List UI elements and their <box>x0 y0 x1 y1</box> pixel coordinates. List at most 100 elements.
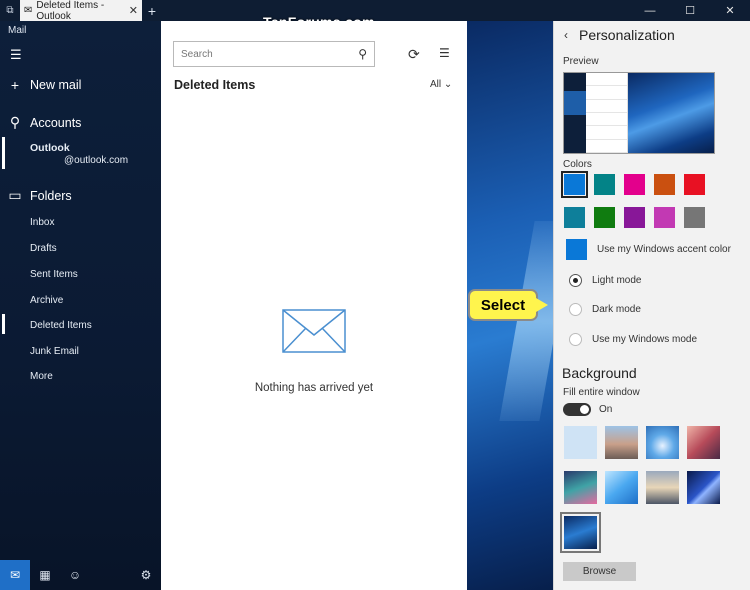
person-icon: ⚲ <box>9 114 21 130</box>
account-email: @outlook.com <box>64 155 129 166</box>
background-row-3 <box>560 512 601 553</box>
theme-preview <box>563 72 715 154</box>
window-controls: — ☐ ✕ <box>630 0 750 21</box>
toggle-state: On <box>599 404 613 415</box>
hamburger-menu-icon[interactable]: ☰ <box>10 47 22 63</box>
light-mode-label: Light mode <box>592 275 642 286</box>
color-swatch[interactable] <box>594 174 615 195</box>
background-thumbnail-selected[interactable] <box>560 512 601 553</box>
new-tab-icon[interactable]: + <box>142 3 162 19</box>
dark-mode-radio[interactable]: Dark mode <box>569 303 641 316</box>
color-swatch[interactable] <box>684 174 705 195</box>
selection-mode-icon[interactable]: ☰ <box>439 46 450 60</box>
folder-junk-email[interactable]: Junk Email <box>30 346 79 357</box>
account-selected-indicator <box>2 137 5 169</box>
close-button[interactable]: ✕ <box>710 0 750 21</box>
folder-more[interactable]: More <box>30 371 53 382</box>
preview-list <box>586 73 628 153</box>
search-icon[interactable]: ⚲ <box>358 47 367 61</box>
gear-icon[interactable]: ⚙ <box>131 560 161 590</box>
search-input[interactable]: Search ⚲ <box>173 41 375 67</box>
color-swatch[interactable] <box>561 171 588 198</box>
windows-mode-label: Use my Windows mode <box>592 334 698 345</box>
task-view-icon[interactable]: ⧉ <box>0 0 20 21</box>
color-swatch[interactable] <box>624 207 645 228</box>
select-callout: Select <box>468 289 538 321</box>
color-swatch[interactable] <box>684 207 705 228</box>
background-row-1 <box>564 426 720 459</box>
fill-window-toggle-row: On <box>563 403 612 416</box>
new-mail-button[interactable]: + New mail <box>0 77 161 93</box>
preview-label: Preview <box>563 56 599 67</box>
colors-label: Colors <box>563 159 592 170</box>
people-icon[interactable]: ☺ <box>60 560 90 590</box>
callout-pointer <box>536 298 548 312</box>
empty-envelope-icon <box>282 309 346 353</box>
radio-unselected-icon <box>569 333 582 346</box>
folders-label: Folders <box>30 188 72 203</box>
folder-icon: ▭ <box>8 187 22 203</box>
background-thumbnail[interactable] <box>687 426 720 459</box>
color-swatch[interactable] <box>624 174 645 195</box>
maximize-button[interactable]: ☐ <box>670 0 710 21</box>
mail-icon: ✉ <box>24 5 33 16</box>
fill-window-toggle[interactable] <box>563 403 591 416</box>
accent-color-swatch[interactable] <box>566 239 587 260</box>
empty-message: Nothing has arrived yet <box>254 382 374 394</box>
preview-reading-pane <box>628 73 714 153</box>
calendar-icon[interactable]: ▦ <box>30 560 60 590</box>
color-row-2 <box>564 207 705 228</box>
accounts-button[interactable]: ⚲ Accounts <box>0 114 161 131</box>
folder-drafts[interactable]: Drafts <box>30 243 57 254</box>
color-swatch[interactable] <box>564 207 585 228</box>
accent-color-option[interactable]: Use my Windows accent color <box>566 239 731 260</box>
folder-deleted-items[interactable]: Deleted Items <box>30 320 92 331</box>
search-placeholder: Search <box>181 48 213 60</box>
tab-title: Deleted Items - Outlook <box>36 0 105 22</box>
folder-archive[interactable]: Archive <box>30 295 63 306</box>
color-row-1 <box>561 171 705 198</box>
background-thumbnail[interactable] <box>605 426 638 459</box>
preview-nav <box>564 73 586 153</box>
background-thumbnail[interactable] <box>687 471 720 504</box>
windows-mode-radio[interactable]: Use my Windows mode <box>569 333 697 346</box>
sync-icon[interactable]: ⟳ <box>408 46 420 63</box>
browse-button[interactable]: Browse <box>563 562 636 581</box>
app-name: Mail <box>8 25 27 36</box>
folder-inbox[interactable]: Inbox <box>30 217 54 228</box>
mail-icon[interactable]: ✉ <box>0 560 30 590</box>
minimize-button[interactable]: — <box>630 0 670 21</box>
light-beam <box>499 221 553 421</box>
title-bar: ⧉ ✉ Deleted Items - Outlook ✕ + — ☐ ✕ <box>0 0 750 22</box>
folder-title: Deleted Items <box>174 78 256 92</box>
background-thumbnail[interactable] <box>646 471 679 504</box>
color-swatch[interactable] <box>654 174 675 195</box>
personalization-panel: ‹ Personalization Preview Colors Use my … <box>553 21 750 590</box>
dark-mode-label: Dark mode <box>592 304 641 315</box>
folder-sent-items[interactable]: Sent Items <box>30 269 78 280</box>
background-thumbnail[interactable] <box>564 426 597 459</box>
light-mode-radio[interactable]: Light mode <box>569 274 641 287</box>
navigation-pane: Mail ☰ + New mail ⚲ Accounts Outlook @ou… <box>0 21 161 590</box>
tab-deleted-items[interactable]: ✉ Deleted Items - Outlook ✕ <box>20 0 142 22</box>
plus-icon: + <box>10 77 20 93</box>
background-thumbnail[interactable] <box>605 471 638 504</box>
nav-bottom-bar: ✉ ▦ ☺ ⚙ <box>0 560 161 590</box>
filter-dropdown[interactable]: All ⌄ <box>430 79 452 90</box>
message-list-pane: Search ⚲ ⟳ ☰ Deleted Items All ⌄ Nothing… <box>161 21 467 590</box>
color-swatch[interactable] <box>594 207 615 228</box>
radio-unselected-icon <box>569 303 582 316</box>
filter-label: All <box>430 79 442 90</box>
panel-title: Personalization <box>579 27 675 43</box>
new-mail-label: New mail <box>30 78 82 92</box>
background-thumbnail[interactable] <box>564 471 597 504</box>
color-swatch[interactable] <box>654 207 675 228</box>
tab-close-icon[interactable]: ✕ <box>129 4 138 17</box>
background-thumbnail[interactable] <box>646 426 679 459</box>
folder-selected-indicator <box>2 314 5 334</box>
account-name[interactable]: Outlook <box>30 142 70 154</box>
folders-button[interactable]: ▭ Folders <box>0 187 161 204</box>
accent-color-label: Use my Windows accent color <box>597 244 731 255</box>
fill-window-label: Fill entire window <box>563 387 640 398</box>
back-chevron-icon[interactable]: ‹ <box>564 28 568 42</box>
